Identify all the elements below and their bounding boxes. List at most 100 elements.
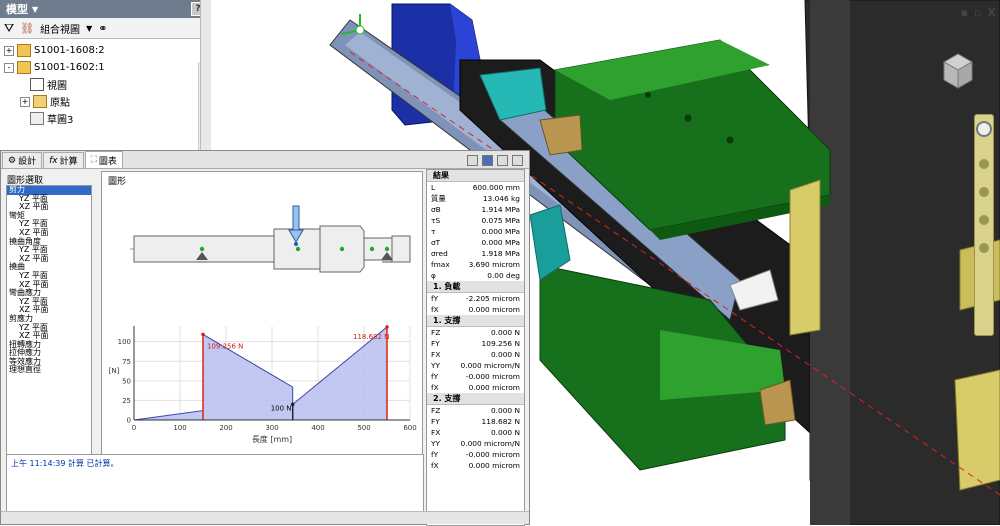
open-icon[interactable]	[467, 155, 478, 166]
result-row: fmax 3.690 microm	[427, 259, 524, 270]
result-value: -2.205 microm	[465, 294, 520, 303]
result-label: YY	[431, 439, 441, 448]
result-label: 質量	[431, 194, 446, 203]
x-tick-label: 200	[219, 424, 232, 432]
shaft-preview	[130, 205, 411, 273]
y-tick-label: 75	[122, 358, 131, 366]
result-value: 1.914 MPa	[481, 205, 520, 214]
load-arrow-icon	[292, 205, 300, 233]
result-label: FY	[431, 339, 440, 348]
result-value: 0.000 N	[490, 350, 520, 359]
result-row: σT 0.000 MPa	[427, 237, 524, 248]
folder-icon	[33, 95, 47, 108]
result-label: fY	[431, 450, 439, 459]
find-binoculars-icon[interactable]: ⚭	[98, 22, 107, 35]
dropdown-arrow-icon[interactable]: ▼	[32, 5, 38, 14]
tree-node[interactable]: 草圖3	[0, 110, 209, 127]
navigation-bar[interactable]	[974, 114, 994, 336]
tab-label: 計算	[59, 157, 78, 167]
result-label: τ	[431, 227, 436, 236]
graph-selection-list[interactable]: 剪力 YZ 平面 XZ 平面 彎矩 YZ 平面 XZ 平面 撓曲角度 YZ 平面 XZ 平面 撓曲…	[6, 185, 92, 457]
result-value: -0.000 microm	[465, 372, 520, 381]
tree-node[interactable]: + S1001-1608:2	[0, 42, 209, 59]
status-message: 上午 11:14:39 計算 已計算。	[11, 459, 119, 468]
data-label: 100 N	[271, 404, 292, 412]
result-value: 0.000 N	[490, 328, 520, 337]
browser-splitter[interactable]	[200, 0, 211, 150]
shaft-generator-panel: ⚙ 設計 fx 計算 ⛶ 圖表 圖形選取 剪力 YZ 平面 XZ 平面 彎矩 YZ 平面…	[0, 150, 530, 526]
graph-icon: ⛶	[90, 155, 97, 165]
x-tick-label: 600	[403, 424, 416, 432]
result-label: fX	[431, 305, 439, 314]
tab-design[interactable]: ⚙ 設計	[2, 152, 43, 168]
zoom-icon[interactable]	[979, 187, 989, 197]
result-row: YY 0.000 microm/N	[427, 438, 524, 449]
tab-graphs[interactable]: ⛶ 圖表	[84, 151, 123, 168]
tree-node[interactable]: 視圖	[0, 76, 209, 93]
model-browser: 模型 ▼ ? ⛛ ⛓ 組合視圖 ▼ ⚭ + S1001-1608:2 - S10…	[0, 0, 210, 150]
result-value: 109.256 N	[481, 339, 520, 348]
result-row: FZ 0.000 N	[427, 405, 524, 416]
assembly-view-icon[interactable]: ⛓	[20, 22, 34, 35]
x-tick-label: 400	[311, 424, 324, 432]
graph-option[interactable]: 理想直徑	[7, 366, 91, 375]
result-value: 118.682 N	[481, 417, 520, 426]
tree-node[interactable]: - S1001-1602:1	[0, 59, 209, 76]
browser-toolbar: ⛛ ⛓ 組合視圖 ▼ ⚭	[0, 18, 209, 39]
save-icon[interactable]	[482, 155, 493, 166]
design-icon: ⚙	[8, 155, 17, 166]
steering-wheel-icon[interactable]	[976, 121, 992, 137]
window-controls: ▪ ▫ X	[961, 6, 996, 19]
message-area: 上午 11:14:39 計算 已計算。	[6, 454, 424, 512]
panel-resize-grip[interactable]	[1, 511, 529, 524]
results-section-header[interactable]: 1. 負載	[427, 281, 524, 293]
assembly-view-button[interactable]: 組合視圖	[40, 21, 80, 36]
results-header[interactable]: 結果	[427, 170, 524, 182]
filter-icon[interactable]: ⛛	[4, 21, 14, 36]
minimize-icon[interactable]: ▪	[961, 6, 968, 19]
restore-icon[interactable]: ▫	[974, 6, 981, 19]
y-tick-label: 100	[118, 338, 131, 346]
tree-node-label: 原點	[50, 98, 70, 109]
y-tick-label: 50	[122, 377, 131, 385]
browser-title[interactable]: 模型	[6, 1, 28, 17]
expand-toggle[interactable]: +	[4, 45, 14, 56]
y-axis-label: [N]	[109, 367, 120, 375]
tab-label: 圖表	[98, 156, 117, 167]
tab-label: 設計	[18, 157, 37, 167]
orbit-icon[interactable]	[979, 215, 989, 225]
data-label: 109.256 N	[207, 342, 243, 350]
diagram-panel: 圖形 0 100 200 300 400 500 600 0 25 50 75 100	[101, 171, 423, 457]
result-value: 0.000 N	[490, 406, 520, 415]
result-value: 0.000 microm/N	[460, 439, 520, 448]
tree-node[interactable]: + 原點	[0, 93, 209, 110]
settings-icon[interactable]	[497, 155, 508, 166]
result-value: 0.000 microm	[468, 383, 520, 392]
results-section-header[interactable]: 2. 支撐	[427, 393, 524, 405]
expand-toggle[interactable]: +	[20, 96, 30, 107]
sketch-icon	[30, 112, 44, 125]
results-section-header[interactable]: 1. 支撐	[427, 315, 524, 327]
part-icon	[17, 44, 31, 57]
result-label: fY	[431, 372, 439, 381]
result-label: σT	[431, 238, 441, 247]
help-icon[interactable]	[512, 155, 523, 166]
expand-toggle[interactable]: -	[4, 62, 14, 73]
chevron-down-icon[interactable]: ▼	[86, 24, 92, 33]
panel-tabs: ⚙ 設計 fx 計算 ⛶ 圖表	[1, 151, 529, 169]
x-tick-label: 100	[173, 424, 186, 432]
result-label: FX	[431, 428, 441, 437]
close-icon[interactable]: X	[988, 6, 996, 19]
data-point	[385, 325, 389, 329]
result-row: FZ 0.000 N	[427, 327, 524, 338]
view-rep-icon	[30, 78, 44, 91]
viewcube-icon[interactable]	[936, 48, 980, 92]
data-label: 118.682 N	[353, 333, 389, 341]
result-row: σred 1.918 MPa	[427, 248, 524, 259]
pan-icon[interactable]	[979, 159, 989, 169]
part-icon	[17, 61, 31, 74]
result-value: 0.000 microm	[468, 461, 520, 470]
result-row: fY -0.000 microm	[427, 371, 524, 382]
tab-calculation[interactable]: fx 計算	[43, 152, 84, 168]
look-at-icon[interactable]	[979, 243, 989, 253]
